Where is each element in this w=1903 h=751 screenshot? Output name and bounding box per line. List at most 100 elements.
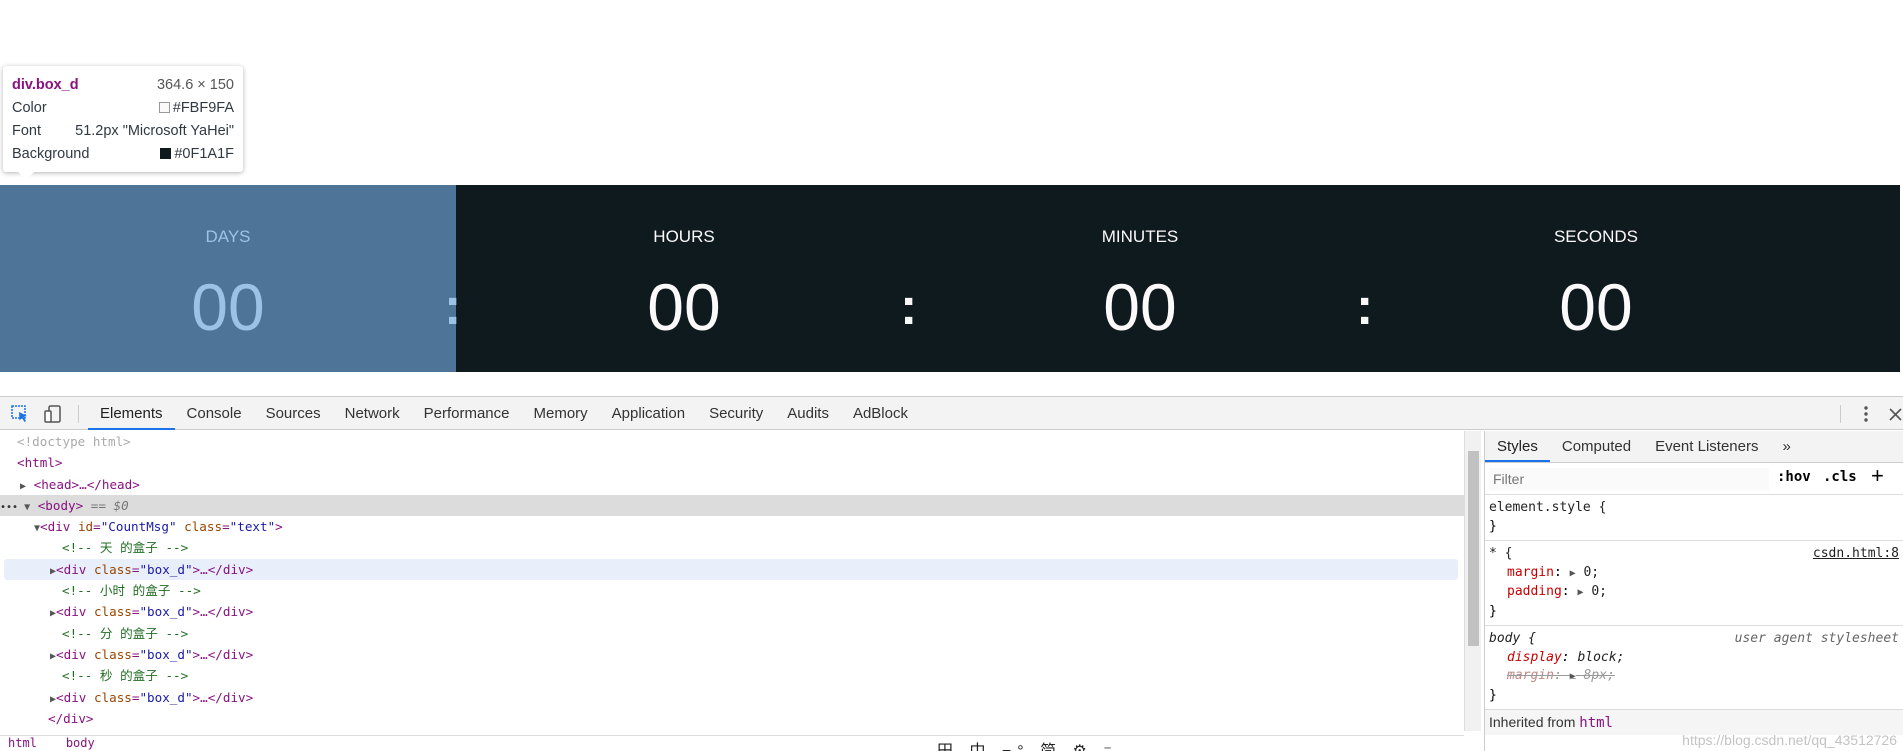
rule-element-style: element.style { } <box>1485 495 1903 541</box>
ime-toolbar: 田 中 ⌐° 简 ⚙ ⁻ <box>937 737 1118 751</box>
scrollbar-thumb[interactable] <box>1468 451 1479 646</box>
seconds-label: SECONDS <box>1553 227 1639 246</box>
days-value: 00 <box>191 270 265 344</box>
dom-comment-hour[interactable]: <!-- 小时 的盒子 --> <box>0 580 1464 601</box>
tooltip-dims: 364.6 × 150 <box>156 77 234 93</box>
tooltip-arrow <box>17 171 35 180</box>
tooltip-color-value: #FBF9FA <box>172 100 234 116</box>
tooltip-tag: div.box_d <box>12 77 79 93</box>
tab-performance[interactable]: Performance <box>412 397 522 430</box>
ellipsis-icon[interactable]: ••• <box>0 502 18 513</box>
margin-declaration[interactable]: margin: ▶ 0; <box>1489 564 1899 584</box>
tab-event-listeners[interactable]: Event Listeners <box>1643 431 1770 462</box>
styles-filter-bar: :hov .cls + <box>1485 463 1903 495</box>
tab-security[interactable]: Security <box>697 397 775 430</box>
ua-stylesheet-label: user agent stylesheet <box>1734 631 1899 646</box>
minutes-colon: : <box>1356 278 1374 336</box>
hours-label: HOURS <box>653 227 715 246</box>
watermark: https://blog.csdn.net/qq_43512726 <box>1682 732 1897 748</box>
seconds-value: 00 <box>1559 270 1633 344</box>
source-link[interactable]: csdn.html:8 <box>1813 545 1899 564</box>
minutes-label: MINUTES <box>1101 227 1179 246</box>
margin-overridden-declaration[interactable]: margin: ▶ 8px; <box>1489 667 1899 687</box>
elements-scrollbar[interactable] <box>1464 431 1481 731</box>
expand-triangle-icon[interactable]: ▶ <box>1570 568 1576 579</box>
box-days: DAYS 00 : <box>0 185 462 372</box>
hours-colon: : <box>900 278 918 336</box>
dom-head[interactable]: ▶ <head>…</head> <box>0 474 1464 495</box>
box-minutes: MINUTES 00 : <box>912 185 1374 372</box>
dom-box-d-seconds[interactable]: ▶<div class="box_d">…</div> <box>0 687 1464 708</box>
dom-box-d-minutes[interactable]: ▶<div class="box_d">…</div> <box>0 644 1464 665</box>
dom-comment-sec[interactable]: <!-- 秒 的盒子 --> <box>0 665 1464 686</box>
dom-body-selected[interactable]: ••• ▼ <body> == $0 <box>0 494 1464 517</box>
collapse-triangle-icon[interactable]: ▼ <box>18 502 30 513</box>
device-toolbar-icon[interactable] <box>42 403 64 425</box>
breadcrumb-body[interactable]: body <box>66 736 95 750</box>
new-rule-button[interactable]: + <box>1871 463 1884 489</box>
element-style-selector[interactable]: element.style { <box>1489 499 1899 518</box>
close-icon[interactable] <box>1886 403 1903 425</box>
expand-triangle-icon[interactable]: ▶ <box>1570 671 1576 682</box>
dom-box-d-days[interactable]: ▶<div class="box_d">…</div> <box>4 558 1458 581</box>
inspect-tooltip: div.box_d 364.6 × 150 Color #FBF9FA Font… <box>3 66 243 180</box>
rule-universal: * { csdn.html:8 margin: ▶ 0; padding: ▶ … <box>1485 541 1903 626</box>
dom-comment-day[interactable]: <!-- 天 的盒子 --> <box>0 537 1464 558</box>
dom-div-close[interactable]: </div> <box>0 708 1464 729</box>
dom-div-countmsg[interactable]: ▼<div id="CountMsg" class="text"> <box>0 516 1464 537</box>
hov-toggle[interactable]: :hov <box>1777 469 1811 485</box>
page-viewport: DAYS 00 : HOURS 00 : MINUTES 00 : SECOND… <box>0 0 1903 396</box>
styles-tabs: Styles Computed Event Listeners » <box>1485 431 1903 463</box>
tab-sources[interactable]: Sources <box>254 397 333 430</box>
dom-comment-min[interactable]: <!-- 分 的盒子 --> <box>0 623 1464 644</box>
tooltip-bg-label: Background <box>12 146 90 162</box>
tab-network[interactable]: Network <box>333 397 412 430</box>
tab-application[interactable]: Application <box>600 397 697 430</box>
color-swatch-icon <box>158 102 170 113</box>
elements-tree: <!doctype html> <html> ▶ <head>…</head> … <box>0 431 1464 731</box>
countdown-container: DAYS 00 : HOURS 00 : MINUTES 00 : SECOND… <box>0 185 1900 372</box>
tab-console[interactable]: Console <box>175 397 254 430</box>
days-colon: : <box>444 278 462 336</box>
tooltip-font-value: 51.2px "Microsoft YaHei" <box>75 123 234 139</box>
devtools-panel: Elements Console Sources Network Perform… <box>0 396 1903 751</box>
box-seconds: SECONDS 00 <box>1368 185 1824 372</box>
rule-close-brace: } <box>1489 687 1497 703</box>
display-declaration[interactable]: display: block; <box>1489 649 1899 668</box>
more-tabs-icon[interactable]: » <box>1770 431 1802 462</box>
cls-toggle[interactable]: .cls <box>1823 469 1857 485</box>
days-label: DAYS <box>205 227 251 246</box>
expand-triangle-icon[interactable]: ▶ <box>20 481 26 492</box>
breadcrumb-html[interactable]: html <box>8 736 37 750</box>
inherited-label: Inherited from <box>1489 714 1576 730</box>
tab-audits[interactable]: Audits <box>775 397 841 430</box>
bg-swatch-icon <box>160 148 172 159</box>
rule-close-brace: } <box>1489 603 1497 619</box>
tooltip-color-label: Color <box>12 100 47 116</box>
minutes-value: 00 <box>1103 270 1177 344</box>
inspect-element-icon[interactable] <box>9 403 31 425</box>
tab-adblock[interactable]: AdBlock <box>841 397 920 430</box>
dom-doctype[interactable]: <!doctype html> <box>0 431 1464 452</box>
padding-declaration[interactable]: padding: ▶ 0; <box>1489 583 1899 603</box>
breadcrumb: html body <box>0 735 1464 751</box>
tooltip-bg-value: #0F1A1F <box>174 146 234 162</box>
hours-value: 00 <box>647 270 721 344</box>
styles-filter-input[interactable] <box>1489 468 1769 490</box>
tab-memory[interactable]: Memory <box>522 397 600 430</box>
more-options-icon[interactable] <box>1855 403 1877 425</box>
styles-sidebar: Styles Computed Event Listeners » :hov .… <box>1484 431 1903 751</box>
dom-html[interactable]: <html> <box>0 452 1464 473</box>
tooltip-font-label: Font <box>12 123 42 139</box>
tab-styles[interactable]: Styles <box>1485 431 1550 462</box>
inherited-tag-link[interactable]: html <box>1579 715 1613 731</box>
rule-body-ua: body { user agent stylesheet display: bl… <box>1485 626 1903 710</box>
toolbar-divider <box>78 405 79 423</box>
expand-triangle-icon[interactable]: ▶ <box>1577 587 1583 598</box>
tab-computed[interactable]: Computed <box>1550 431 1643 462</box>
toolbar-divider-right <box>1840 405 1841 423</box>
rule-close-brace: } <box>1489 518 1497 534</box>
dom-box-d-hours[interactable]: ▶<div class="box_d">…</div> <box>0 601 1464 622</box>
devtools-tabbar: Elements Console Sources Network Perform… <box>0 397 1903 430</box>
tab-elements[interactable]: Elements <box>88 397 175 430</box>
